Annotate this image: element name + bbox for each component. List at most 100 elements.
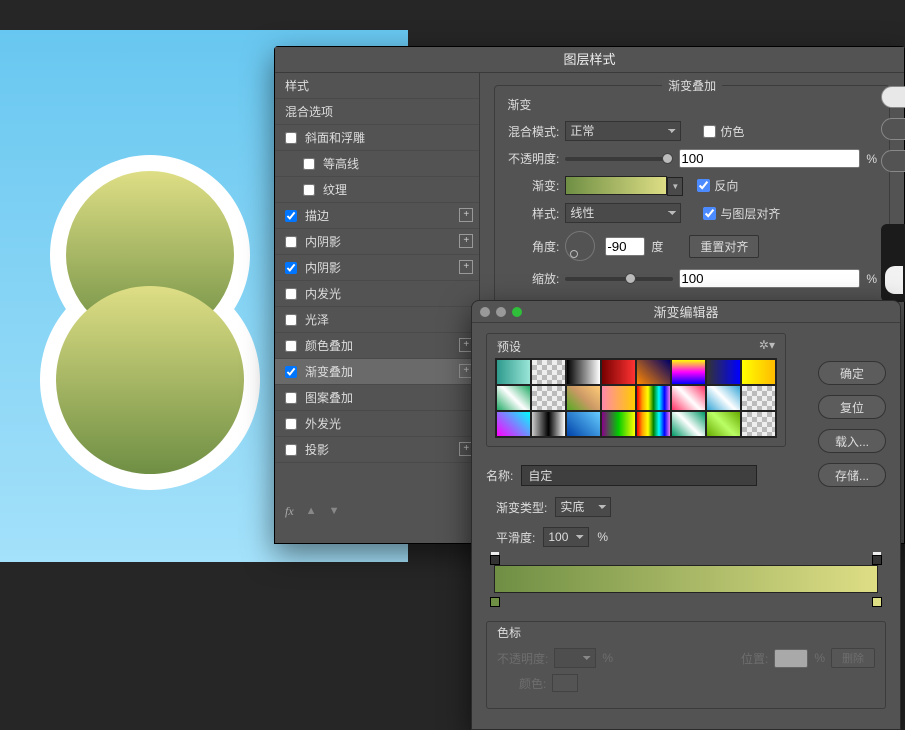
scale-input[interactable] <box>679 269 860 288</box>
dither-label: 仿色 <box>720 123 744 140</box>
effect-checkbox[interactable] <box>285 262 297 274</box>
effect-checkbox[interactable] <box>303 158 315 170</box>
effect-row[interactable]: 图案叠加 <box>275 385 479 411</box>
effect-row[interactable]: 颜色叠加+ <box>275 333 479 359</box>
dither-checkbox[interactable] <box>703 125 716 138</box>
gradient-bar[interactable] <box>494 565 878 593</box>
effect-checkbox[interactable] <box>285 366 297 378</box>
name-input[interactable] <box>521 465 757 486</box>
effect-checkbox[interactable] <box>285 132 297 144</box>
preset-swatch[interactable] <box>566 359 601 385</box>
effect-checkbox[interactable] <box>285 444 297 456</box>
ok-button[interactable]: 确定 <box>818 361 886 385</box>
gradient-dropdown-icon[interactable]: ▼ <box>667 177 683 196</box>
effect-checkbox[interactable] <box>285 418 297 430</box>
effect-row[interactable]: 斜面和浮雕 <box>275 125 479 151</box>
style-select[interactable]: 线性 <box>565 203 681 223</box>
color-stop[interactable] <box>490 597 500 607</box>
preset-swatch[interactable] <box>566 385 601 411</box>
side-pill[interactable] <box>881 118 905 140</box>
presets-menu-icon[interactable]: ✲▾ <box>759 338 775 352</box>
effect-row[interactable]: 外发光 <box>275 411 479 437</box>
effect-row[interactable]: 描边+ <box>275 203 479 229</box>
preset-swatch[interactable] <box>706 385 741 411</box>
effect-row[interactable]: 内阴影+ <box>275 229 479 255</box>
side-pill[interactable] <box>881 150 905 172</box>
preset-swatch[interactable] <box>671 385 706 411</box>
smoothness-select[interactable]: 100 <box>543 527 589 547</box>
effect-row[interactable]: 纹理 <box>275 177 479 203</box>
opacity-slider[interactable] <box>565 157 673 161</box>
preset-swatch[interactable] <box>601 359 636 385</box>
preset-swatch[interactable] <box>706 411 741 437</box>
effect-row[interactable]: 渐变叠加+ <box>275 359 479 385</box>
effect-checkbox[interactable] <box>285 314 297 326</box>
preset-swatch[interactable] <box>636 385 671 411</box>
opacity-stop[interactable] <box>872 555 882 565</box>
layer-style-title[interactable]: 图层样式 <box>275 47 904 73</box>
preset-swatch[interactable] <box>636 411 671 437</box>
percent-label: % <box>866 152 877 166</box>
blend-options[interactable]: 混合选项 <box>275 99 479 125</box>
color-stop[interactable] <box>872 597 882 607</box>
effect-row[interactable]: 光泽 <box>275 307 479 333</box>
reset-button[interactable]: 复位 <box>818 395 886 419</box>
arrow-down-icon[interactable]: ▼ <box>329 497 340 525</box>
preset-swatch[interactable] <box>531 385 566 411</box>
load-button[interactable]: 载入... <box>818 429 886 453</box>
preset-swatch[interactable] <box>496 411 531 437</box>
preset-swatch[interactable] <box>741 411 776 437</box>
reverse-checkbox[interactable] <box>697 179 710 192</box>
effect-checkbox[interactable] <box>303 184 315 196</box>
preset-swatch[interactable] <box>601 385 636 411</box>
effect-checkbox[interactable] <box>285 288 297 300</box>
effect-label: 等高线 <box>323 151 359 177</box>
add-effect-icon[interactable]: + <box>459 234 473 248</box>
effect-label: 投影 <box>305 437 329 463</box>
scale-slider[interactable] <box>565 277 673 281</box>
effect-row[interactable]: 等高线 <box>275 151 479 177</box>
fx-icon[interactable]: fx <box>285 497 294 525</box>
preset-swatch[interactable] <box>741 359 776 385</box>
gradient-swatch[interactable]: ▼ <box>565 176 667 195</box>
angle-input[interactable] <box>605 237 645 256</box>
arrow-up-icon[interactable]: ▲ <box>306 497 317 525</box>
effect-checkbox[interactable] <box>285 340 297 352</box>
preset-swatch[interactable] <box>531 359 566 385</box>
add-effect-icon[interactable]: + <box>459 208 473 222</box>
angle-dial[interactable] <box>565 231 595 261</box>
effect-checkbox[interactable] <box>285 236 297 248</box>
styles-header[interactable]: 样式 <box>275 73 479 99</box>
effect-row[interactable]: 投影+ <box>275 437 479 463</box>
gradient-editor-titlebar[interactable]: 渐变编辑器 <box>472 301 900 323</box>
percent-label: % <box>597 530 608 544</box>
preset-swatch[interactable] <box>671 359 706 385</box>
opacity-label: 不透明度: <box>507 150 559 167</box>
save-button[interactable]: 存储... <box>818 463 886 487</box>
preset-swatch[interactable] <box>671 411 706 437</box>
effect-row[interactable]: 内阴影+ <box>275 255 479 281</box>
side-pill[interactable] <box>881 86 905 108</box>
preset-swatch[interactable] <box>496 359 531 385</box>
effect-checkbox[interactable] <box>285 210 297 222</box>
preset-swatch[interactable] <box>741 385 776 411</box>
preset-swatch[interactable] <box>566 411 601 437</box>
opacity-stop[interactable] <box>490 555 500 565</box>
opacity-input[interactable] <box>679 149 860 168</box>
reset-align-button[interactable]: 重置对齐 <box>689 235 759 258</box>
side-tab[interactable] <box>885 266 903 294</box>
preset-swatch[interactable] <box>496 385 531 411</box>
preset-swatch[interactable] <box>706 359 741 385</box>
effect-checkbox[interactable] <box>285 392 297 404</box>
effect-row[interactable]: 内发光 <box>275 281 479 307</box>
gradient-type-select[interactable]: 实底 <box>555 497 611 517</box>
preset-swatches <box>495 358 777 438</box>
add-effect-icon[interactable]: + <box>459 260 473 274</box>
align-layer-checkbox[interactable] <box>703 207 716 220</box>
preset-swatch[interactable] <box>531 411 566 437</box>
preset-swatch[interactable] <box>636 359 671 385</box>
stop-position-input <box>774 649 808 668</box>
blend-mode-select[interactable]: 正常 <box>565 121 681 141</box>
preset-swatch[interactable] <box>601 411 636 437</box>
side-panel-dark <box>881 224 905 302</box>
